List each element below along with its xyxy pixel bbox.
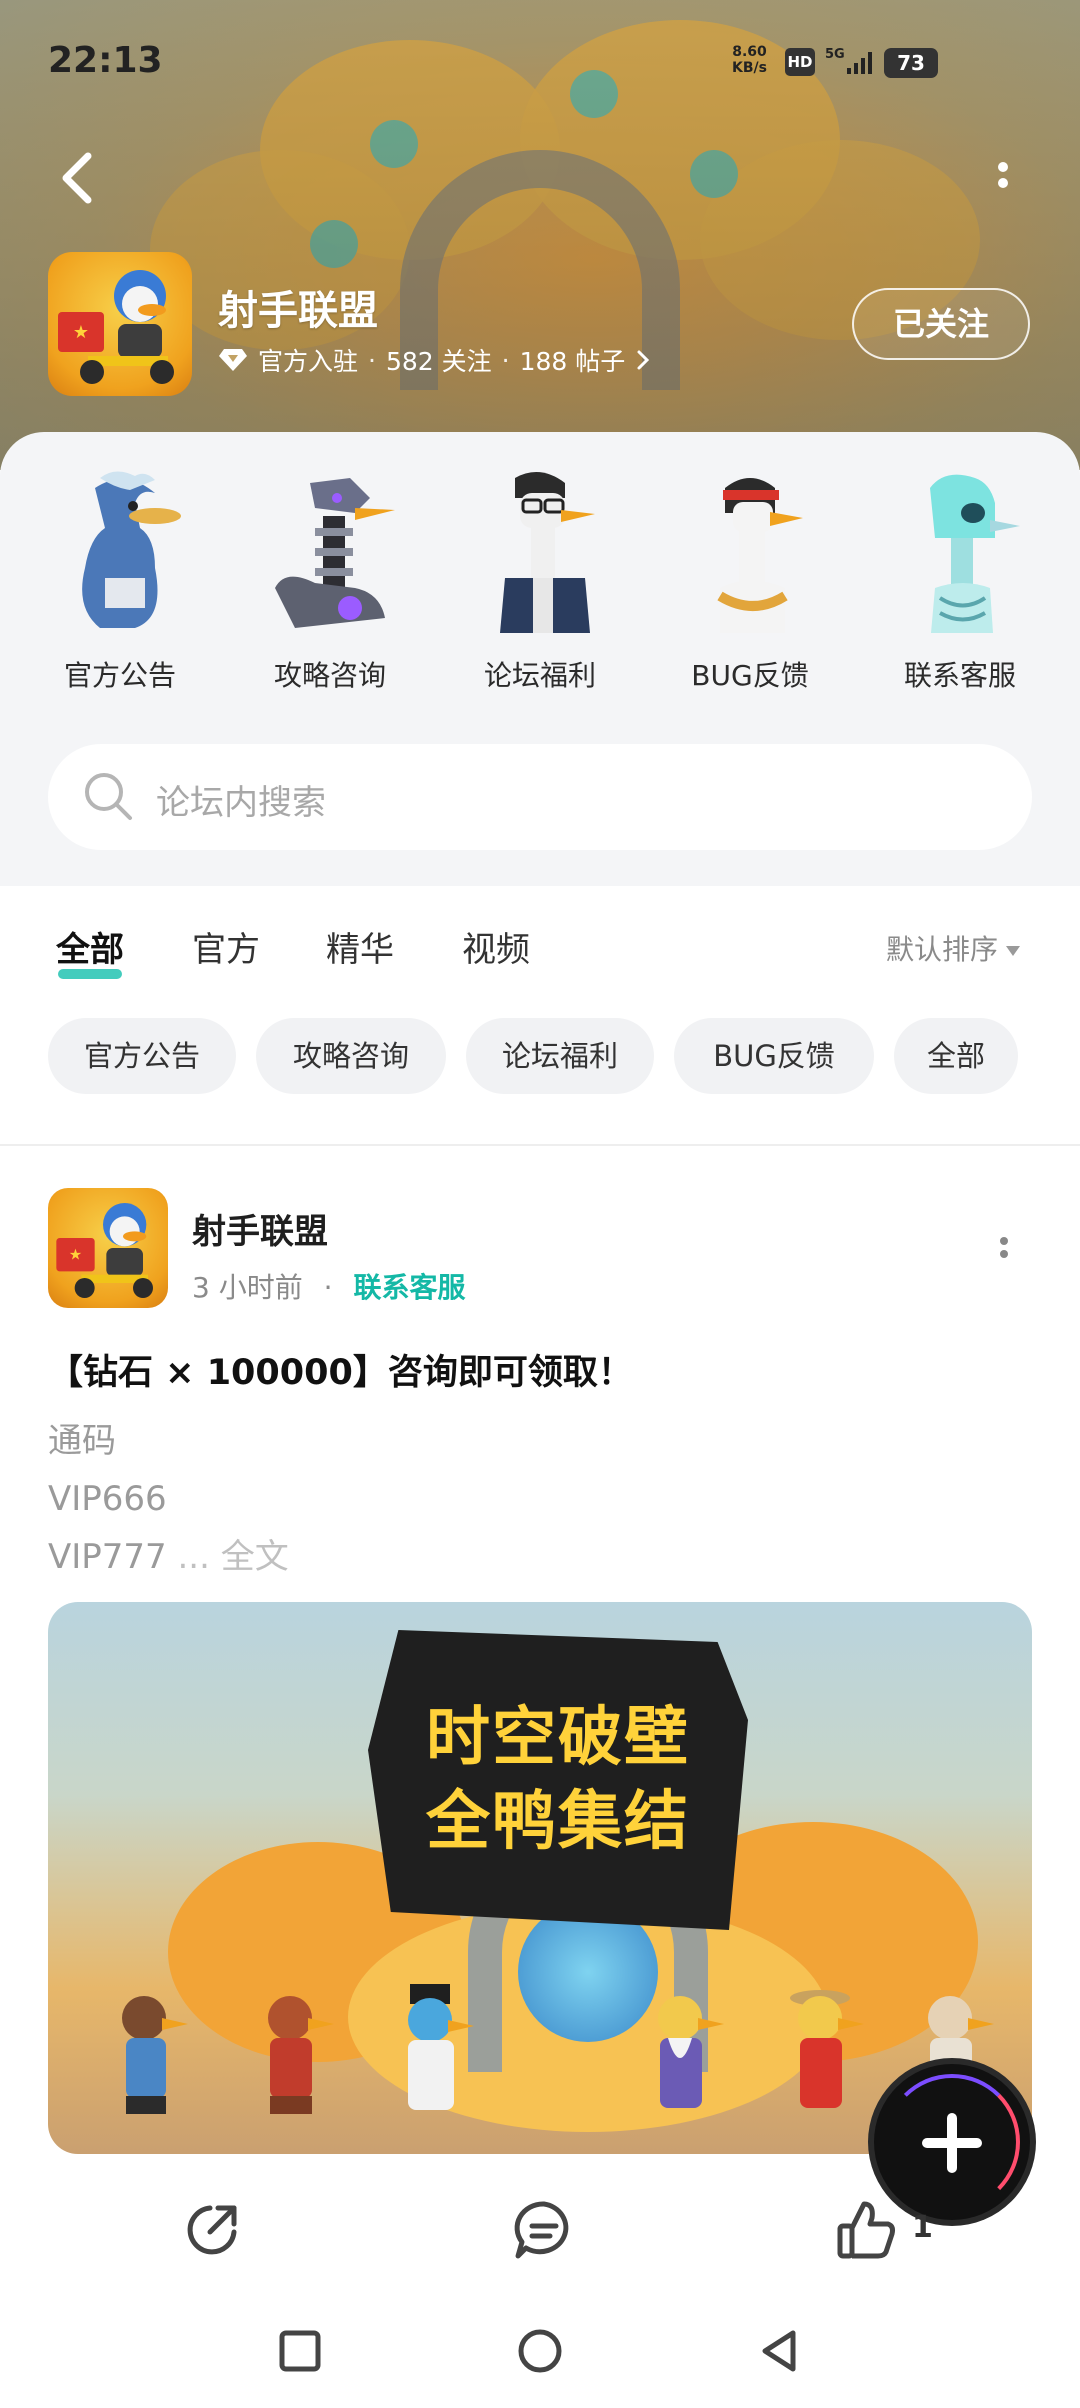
- tab-featured[interactable]: 精华: [326, 922, 394, 971]
- like-count: 1: [912, 2210, 933, 2245]
- sort-dropdown[interactable]: 默认排序: [886, 928, 1020, 968]
- network-speed: 8.60 KB/s: [732, 44, 767, 76]
- post-image[interactable]: 时空破壁 全鸭集结: [48, 1602, 1032, 2154]
- divider: [0, 1144, 1080, 1146]
- signal-icon: 5G: [825, 47, 872, 74]
- goose-with-headband-character-icon: [717, 478, 803, 633]
- battery-icon: 73: [884, 48, 938, 78]
- chip-all[interactable]: 全部: [894, 1018, 1018, 1094]
- shortcut-row: 官方公告 攻略咨询 论坛福利 BUG反馈 联系客服: [0, 432, 1080, 712]
- diamond-badge-icon: [219, 349, 247, 371]
- back-arrow-icon[interactable]: [52, 148, 102, 208]
- duck-warrior-icon: [122, 1996, 188, 2114]
- share-icon[interactable]: [180, 2198, 244, 2262]
- post-excerpt[interactable]: 通码 VIP666 VIP777 ... 全文: [48, 1412, 289, 1586]
- shortcut-forum-welfare[interactable]: 论坛福利: [455, 468, 625, 694]
- chip-official-announcement[interactable]: 官方公告: [48, 1018, 236, 1094]
- forum-name: 射手联盟: [218, 288, 378, 334]
- post-title[interactable]: 【钻石 × 100000】咨询即可领取！: [48, 1344, 633, 1395]
- chevron-right-icon: [637, 350, 650, 370]
- post-filter-tabs: 全部 官方 精华 视频 默认排序: [0, 886, 1080, 1006]
- svg-text:5G: 5G: [825, 47, 845, 62]
- back-triangle-icon[interactable]: [755, 2326, 805, 2376]
- tab-official[interactable]: 官方: [192, 922, 260, 971]
- meta-separator: ·: [323, 1271, 333, 1304]
- goose-with-glasses-character-icon: [500, 472, 595, 633]
- robot-goose-character-icon: [275, 478, 395, 628]
- tab-video[interactable]: 视频: [462, 922, 530, 971]
- chip-forum-welfare[interactable]: 论坛福利: [466, 1018, 654, 1094]
- post-meta: 3 小时前 · 联系客服: [192, 1266, 465, 1306]
- followers-count[interactable]: 582 关注: [386, 342, 492, 378]
- forum-logo: ★: [48, 252, 192, 396]
- duck-scholar-icon: [408, 1984, 474, 2110]
- post-author-name[interactable]: 射手联盟: [192, 1204, 328, 1253]
- post-category-link[interactable]: 联系客服: [353, 1271, 465, 1304]
- duck-monkey-king-icon: [268, 1996, 334, 2114]
- post-line: VIP666: [48, 1479, 167, 1519]
- shortcut-official-announcement[interactable]: 官方公告: [35, 468, 205, 694]
- post-author-avatar[interactable]: ★: [48, 1188, 168, 1308]
- post-actions: 1: [0, 2180, 1080, 2280]
- post-more-options-icon[interactable]: [994, 1232, 1014, 1272]
- svg-text:★: ★: [73, 322, 89, 343]
- status-time: 22:13: [48, 40, 163, 81]
- hd-icon: HD: [785, 48, 815, 76]
- svg-text:★: ★: [69, 1246, 82, 1264]
- like-thumbs-up-icon[interactable]: [834, 2198, 898, 2262]
- official-badge-label: 官方入驻: [258, 347, 359, 376]
- post-time: 3 小时前: [192, 1271, 303, 1304]
- pelican-character-icon: [82, 471, 181, 628]
- category-chips: 官方公告 攻略咨询 论坛福利 BUG反馈 全部: [0, 1018, 1080, 1098]
- search-icon: [85, 773, 132, 820]
- system-navigation-bar: [0, 2296, 1080, 2408]
- comment-icon[interactable]: [512, 2198, 576, 2262]
- recents-square-icon[interactable]: [275, 2326, 325, 2376]
- ghost-goose-character-icon: [930, 474, 1020, 633]
- shortcut-contact-support[interactable]: 联系客服: [875, 468, 1045, 694]
- post-line: 通码: [48, 1421, 116, 1461]
- duck-elder-icon: [658, 1996, 724, 2108]
- forum-meta: 官方入驻 · 582 关注 · 188 帖子: [218, 342, 651, 378]
- image-title-card: 时空破壁 全鸭集结: [368, 1630, 748, 1930]
- posts-count[interactable]: 188 帖子: [520, 342, 626, 378]
- home-circle-icon[interactable]: [515, 2326, 565, 2376]
- status-bar: 22:13 8.60 KB/s HD 5G 73: [0, 0, 1080, 130]
- forum-search-bar[interactable]: 论坛内搜索: [48, 744, 1032, 850]
- shortcut-strategy-consult[interactable]: 攻略咨询: [245, 468, 415, 694]
- shortcut-bug-feedback[interactable]: BUG反馈: [665, 468, 835, 694]
- post-line: VIP777: [48, 1537, 167, 1577]
- follow-button[interactable]: 已关注: [852, 288, 1030, 360]
- duck-explorer-icon: [790, 1990, 864, 2108]
- chip-strategy-consult[interactable]: 攻略咨询: [256, 1018, 446, 1094]
- more-options-icon[interactable]: [988, 156, 1018, 206]
- search-input[interactable]: 论坛内搜索: [156, 775, 326, 824]
- forum-shortcut-panel: 官方公告 攻略咨询 论坛福利 BUG反馈 联系客服 论坛内搜索: [0, 432, 1080, 886]
- chip-bug-feedback[interactable]: BUG反馈: [674, 1018, 874, 1094]
- tab-all[interactable]: 全部: [56, 922, 124, 979]
- read-more-link[interactable]: ... 全文: [167, 1537, 288, 1577]
